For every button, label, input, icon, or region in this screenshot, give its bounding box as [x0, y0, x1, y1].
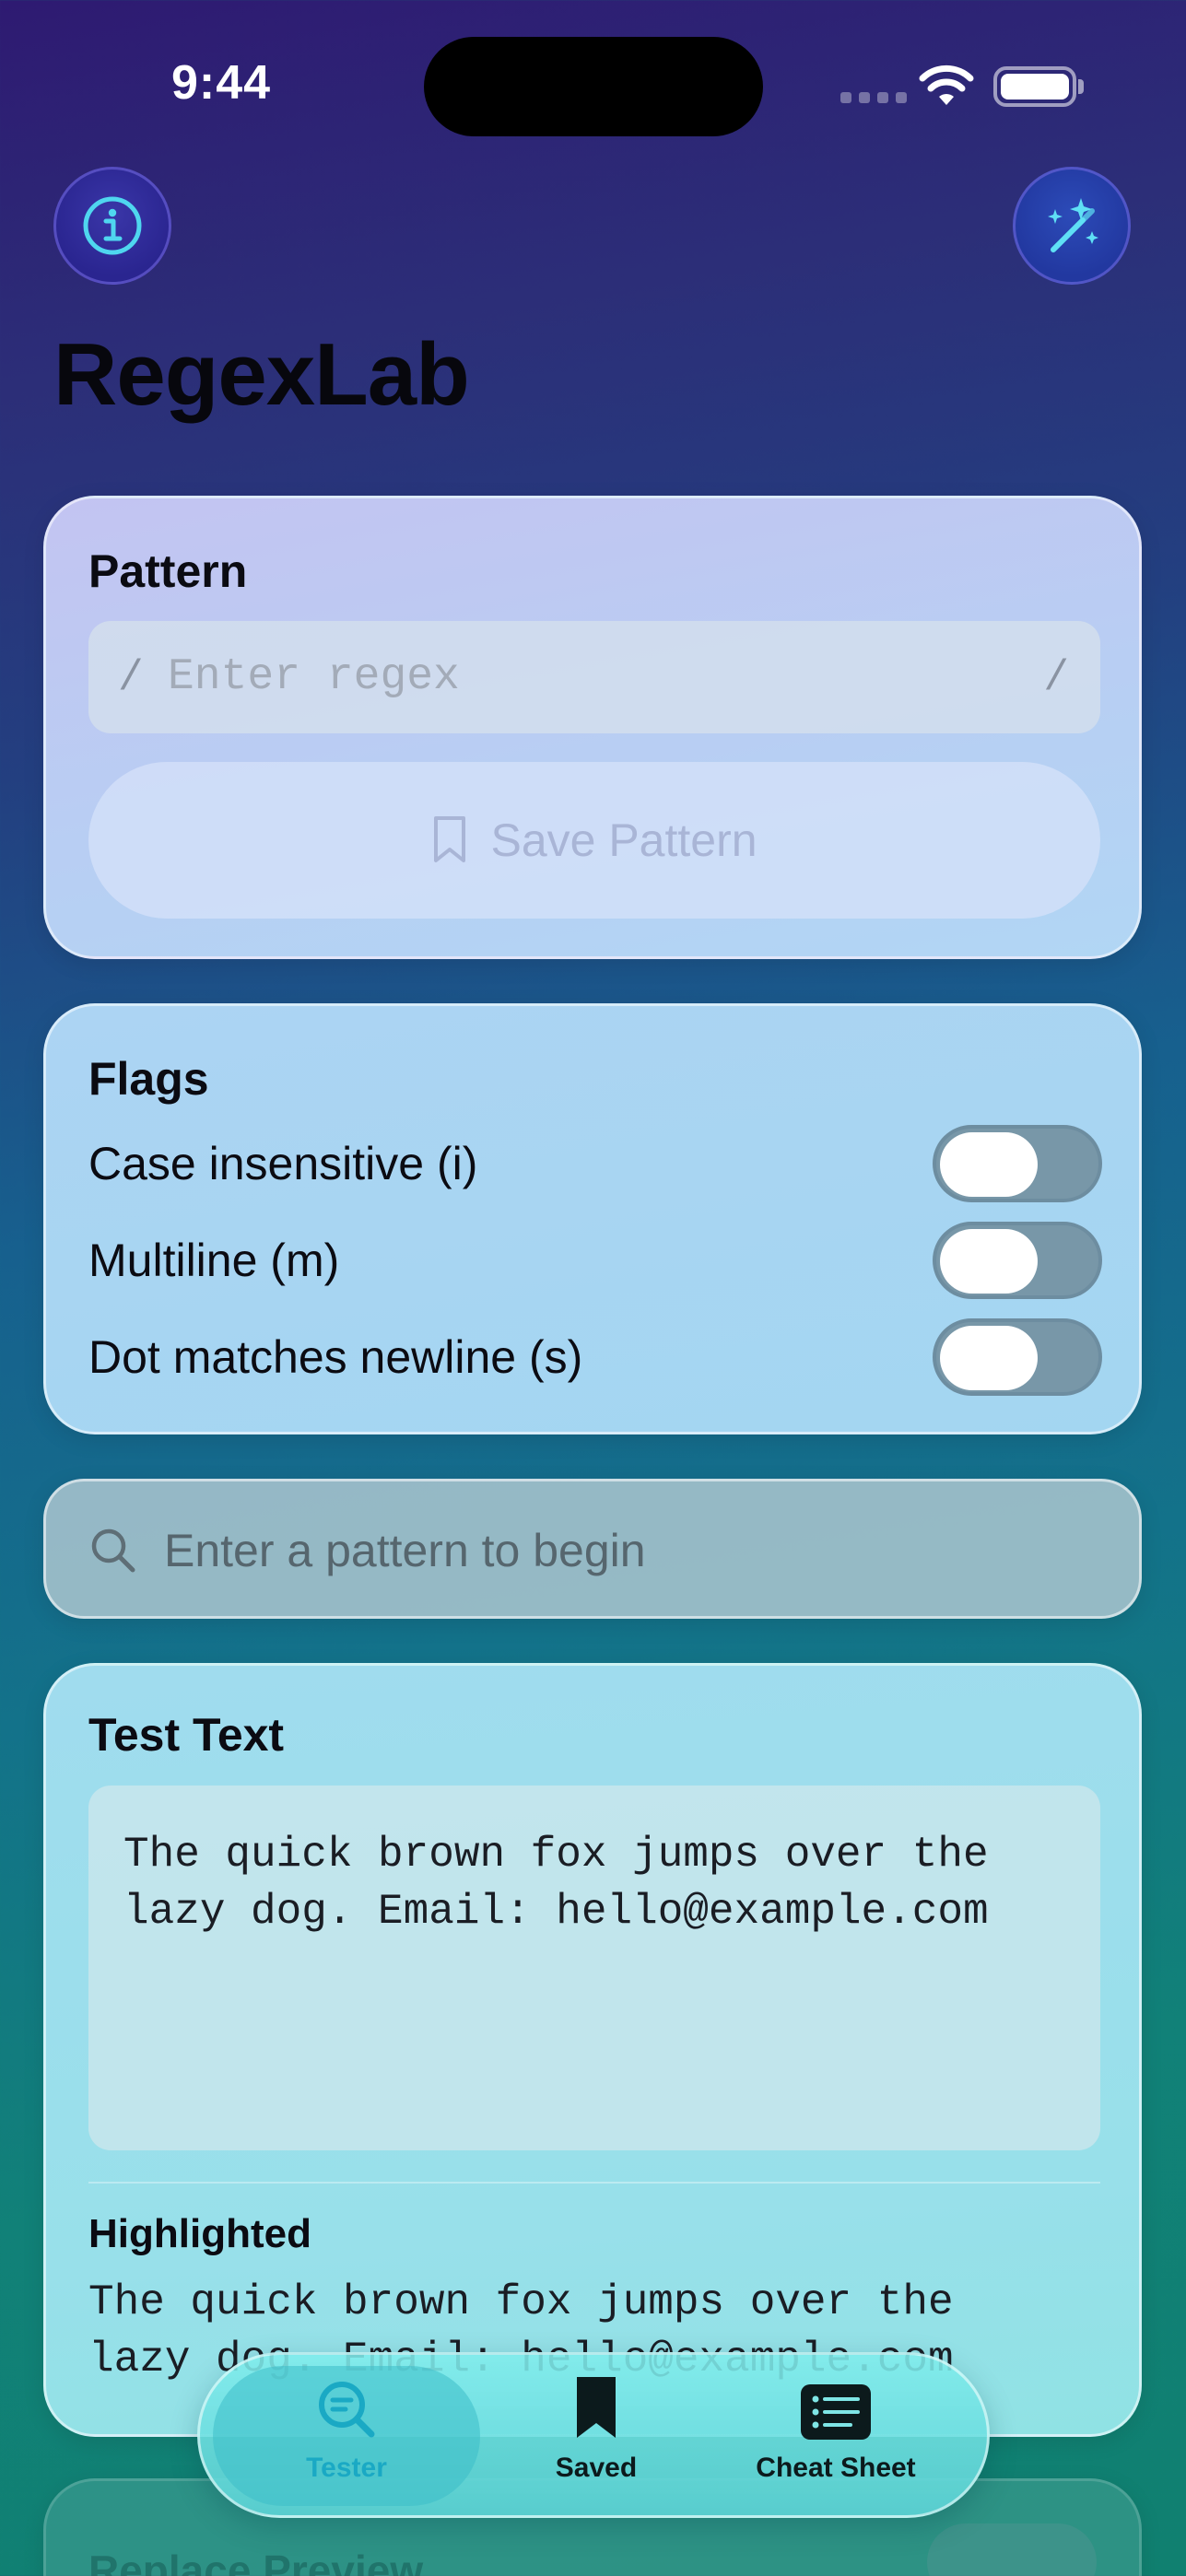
tab-cheat-sheet[interactable]: Cheat Sheet [698, 2364, 974, 2506]
status-text: Enter a pattern to begin [164, 1525, 646, 1576]
pattern-field[interactable]: / / [88, 621, 1100, 733]
battery-nub [1078, 79, 1084, 94]
magic-wand-icon [1048, 198, 1098, 252]
cellular-signal-icon [840, 92, 907, 103]
regex-input[interactable] [168, 639, 997, 715]
tab-tester[interactable]: Tester [213, 2364, 480, 2506]
list-board-icon [801, 2384, 871, 2440]
search-list-icon [319, 2382, 375, 2438]
wifi-icon [919, 64, 974, 105]
pattern-title: Pattern [88, 545, 248, 597]
match-status-card: Enter a pattern to begin [43, 1479, 1142, 1619]
tab-label: Tester [306, 2453, 387, 2483]
magic-wand-button[interactable] [1013, 167, 1131, 285]
slash-left: / [118, 654, 144, 702]
info-button[interactable] [53, 167, 171, 285]
save-pattern-label: Save Pattern [490, 814, 757, 866]
test-text-title: Test Text [88, 1709, 285, 1761]
tab-saved[interactable]: Saved [504, 2364, 688, 2506]
bookmark-icon [434, 816, 466, 862]
battery-icon [993, 66, 1076, 107]
tab-label: Saved [555, 2453, 638, 2483]
multiline-toggle[interactable] [933, 1222, 1102, 1299]
status-time: 9:44 [171, 56, 272, 110]
bookmark-fill-icon [577, 2377, 616, 2438]
flag-label: Multiline (m) [88, 1235, 340, 1286]
save-pattern-button[interactable]: Save Pattern [88, 762, 1100, 919]
tab-bar: Tester Saved Cheat Sheet [197, 2352, 990, 2518]
test-text-input[interactable]: The quick brown fox jumps over the lazy … [88, 1786, 1100, 2150]
flag-label: Dot matches newline (s) [88, 1331, 583, 1383]
flag-row-dotall: Dot matches newline (s) [88, 1316, 1102, 1399]
flags-card: Flags Case insensitive (i) Multiline (m)… [43, 1003, 1142, 1434]
dot-matches-newline-toggle[interactable] [933, 1318, 1102, 1396]
highlighted-title: Highlighted [88, 2211, 311, 2256]
info-circle-icon [83, 196, 142, 255]
flag-label: Case insensitive (i) [88, 1138, 478, 1189]
flag-row-case-insensitive: Case insensitive (i) [88, 1122, 1102, 1205]
case-insensitive-toggle[interactable] [933, 1125, 1102, 1202]
replace-preview-title: Replace Preview [88, 2547, 424, 2576]
page-title: RegexLab [53, 325, 470, 424]
tab-label: Cheat Sheet [756, 2453, 916, 2483]
pattern-card: Pattern / / Save Pattern [43, 496, 1142, 959]
flags-title: Flags [88, 1053, 209, 1105]
flag-row-multiline: Multiline (m) [88, 1219, 1102, 1302]
divider [88, 2182, 1100, 2184]
replace-toggle[interactable] [927, 2523, 1097, 2576]
search-icon [91, 1528, 135, 1573]
test-text-card: Test Text The quick brown fox jumps over… [43, 1663, 1142, 2437]
dynamic-island [424, 37, 763, 136]
slash-right: / [1043, 654, 1069, 702]
